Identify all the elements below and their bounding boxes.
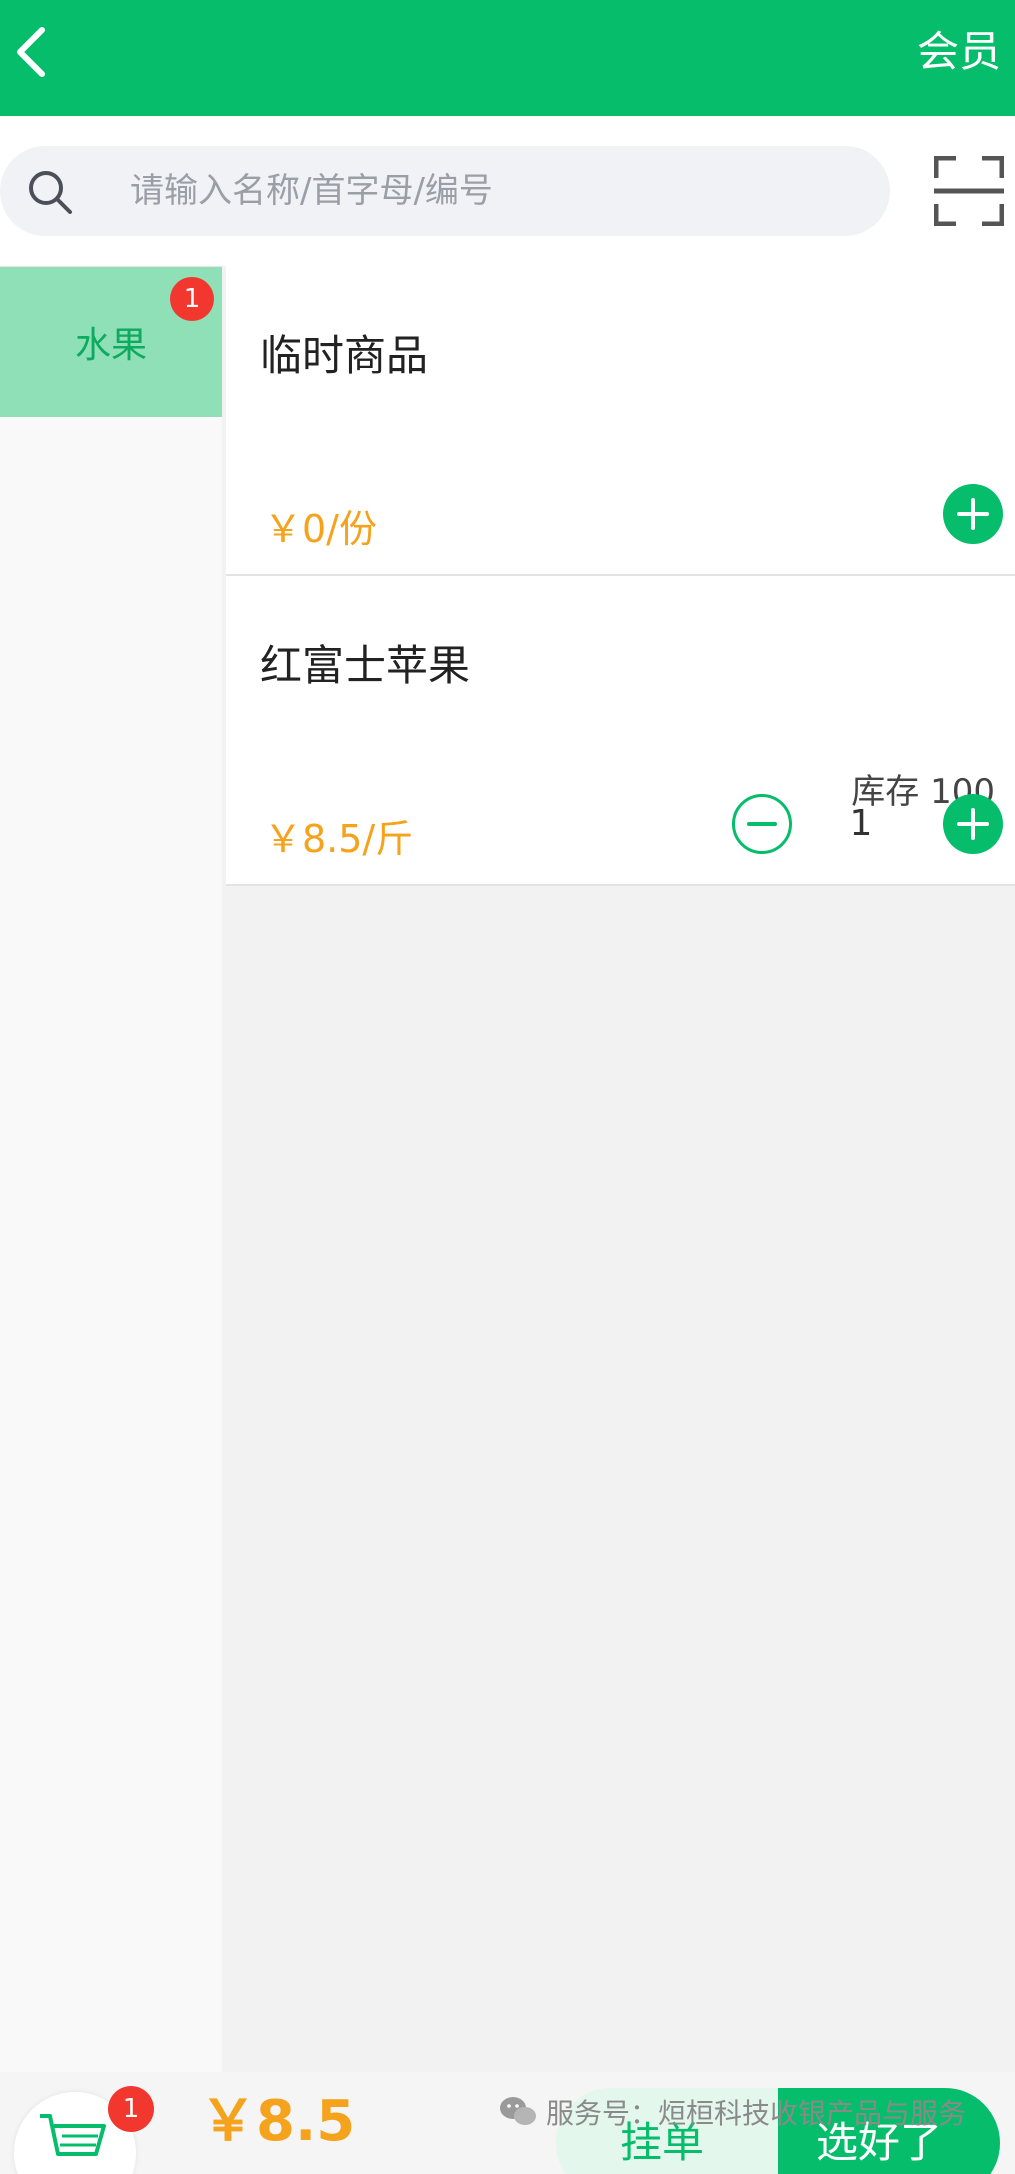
cart-icon (40, 2114, 106, 2156)
cart-count-badge: 1 (108, 2086, 154, 2132)
increase-button[interactable] (943, 794, 1003, 854)
product-name: 红富士苹果 (260, 641, 471, 690)
total-amount: ￥8.5 (200, 2089, 356, 2154)
product-list: 临时商品 ￥0/份 红富士苹果 库存 100 ￥8.5/斤 1 (226, 266, 1015, 886)
member-button[interactable]: 会员 (917, 24, 1001, 80)
sidebar-item-label: 水果 (74, 325, 147, 366)
plus-icon (957, 808, 989, 840)
product-price: ￥0/份 (264, 507, 377, 551)
search-icon (29, 171, 72, 214)
watermark: 服务号：烜桓科技收银产品与服务 (498, 2092, 966, 2132)
add-button[interactable] (943, 484, 1003, 544)
decrease-button[interactable] (732, 794, 792, 854)
minus-icon (747, 822, 777, 826)
quantity-value: 1 (849, 803, 873, 844)
wechat-icon (500, 2097, 536, 2125)
search-bar (0, 116, 1015, 266)
search-input[interactable] (130, 146, 870, 236)
category-sidebar: 水果 1 (0, 266, 222, 2072)
product-card: 临时商品 ￥0/份 (226, 266, 1015, 576)
product-card: 红富士苹果 库存 100 ￥8.5/斤 1 (226, 576, 1015, 886)
product-price: ￥8.5/斤 (264, 817, 414, 861)
scan-icon[interactable] (934, 156, 1004, 226)
back-icon[interactable] (12, 24, 52, 80)
watermark-text: 服务号：烜桓科技收银产品与服务 (546, 2097, 967, 2130)
search-box[interactable] (0, 146, 890, 236)
checkout-bar: 1 ￥8.5 挂单 选好了 服务号：烜桓科技收银产品与服务 (0, 2072, 1015, 2174)
product-name: 临时商品 (260, 331, 429, 380)
sidebar-item-fruit[interactable]: 水果 1 (0, 267, 222, 417)
plus-icon (957, 498, 989, 530)
top-bar: 会员 (0, 0, 1015, 116)
category-count-badge: 1 (170, 277, 214, 321)
